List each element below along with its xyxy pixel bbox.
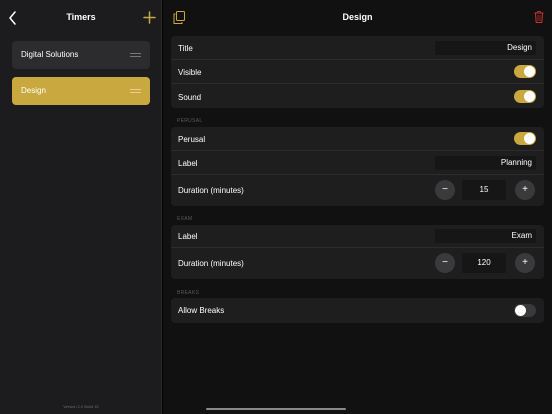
perusal-label-field[interactable]: Planning bbox=[435, 156, 536, 170]
sound-toggle[interactable] bbox=[514, 90, 536, 103]
perusal-section-header: PERUSAL bbox=[177, 118, 203, 124]
title-field[interactable]: Design bbox=[435, 41, 536, 55]
perusal-duration-row: Duration (minutes) − 15 + bbox=[171, 175, 544, 206]
exam-group: Label Exam Duration (minutes) − 120 + bbox=[171, 225, 544, 279]
visible-label: Visible bbox=[178, 68, 202, 77]
exam-decrement-button[interactable]: − bbox=[435, 253, 455, 273]
visible-toggle[interactable] bbox=[514, 65, 536, 78]
timer-item-design[interactable]: Design bbox=[12, 77, 150, 105]
drag-handle-icon[interactable] bbox=[130, 53, 141, 57]
exam-duration-label: Duration (minutes) bbox=[178, 259, 244, 268]
exam-section-header: EXAM bbox=[177, 216, 193, 222]
title-label: Title bbox=[178, 44, 193, 53]
exam-duration-row: Duration (minutes) − 120 + bbox=[171, 248, 544, 279]
allow-breaks-label: Allow Breaks bbox=[178, 306, 225, 315]
home-indicator[interactable] bbox=[206, 408, 346, 410]
trash-icon[interactable] bbox=[534, 11, 544, 23]
perusal-group: Perusal Label Planning Duration (minutes… bbox=[171, 127, 544, 206]
version-label: Version 2.0 Build 40 bbox=[63, 404, 99, 409]
sound-label: Sound bbox=[178, 93, 202, 102]
page-title: Design bbox=[342, 12, 373, 22]
perusal-duration-label: Duration (minutes) bbox=[178, 186, 244, 195]
plus-icon[interactable] bbox=[143, 11, 156, 24]
exam-label-caption: Label bbox=[178, 232, 198, 241]
visible-row: Visible bbox=[171, 60, 544, 84]
perusal-increment-button[interactable]: + bbox=[515, 180, 535, 200]
sidebar-title: Timers bbox=[66, 12, 96, 22]
perusal-toggle[interactable] bbox=[514, 132, 536, 145]
detail-panel: Design Title Design Visible Sound PERUSA… bbox=[163, 0, 552, 414]
sidebar-header: Timers bbox=[0, 0, 162, 36]
exam-label-field[interactable]: Exam bbox=[435, 229, 536, 243]
title-row: Title Design bbox=[171, 36, 544, 60]
perusal-label: Perusal bbox=[178, 135, 206, 144]
exam-duration-field[interactable]: 120 bbox=[462, 253, 506, 273]
drag-handle-icon[interactable] bbox=[130, 89, 141, 93]
allow-breaks-toggle[interactable] bbox=[514, 304, 536, 317]
perusal-duration-field[interactable]: 15 bbox=[462, 180, 506, 200]
general-settings-group: Title Design Visible Sound bbox=[171, 36, 544, 108]
perusal-label-row: Label Planning bbox=[171, 151, 544, 175]
breaks-section-header: BREAKS bbox=[177, 290, 200, 296]
sound-row: Sound bbox=[171, 84, 544, 108]
timer-item-label: Digital Solutions bbox=[21, 50, 79, 59]
perusal-label-caption: Label bbox=[178, 159, 198, 168]
exam-increment-button[interactable]: + bbox=[515, 253, 535, 273]
perusal-toggle-row: Perusal bbox=[171, 127, 544, 151]
timer-item-digital-solutions[interactable]: Digital Solutions bbox=[12, 41, 150, 69]
timer-item-label: Design bbox=[21, 86, 46, 95]
exam-label-row: Label Exam bbox=[171, 225, 544, 248]
perusal-decrement-button[interactable]: − bbox=[435, 180, 455, 200]
sidebar: Timers Digital Solutions Design Version … bbox=[0, 0, 162, 414]
allow-breaks-row: Allow Breaks bbox=[171, 298, 544, 323]
breaks-group: Allow Breaks bbox=[171, 298, 544, 323]
